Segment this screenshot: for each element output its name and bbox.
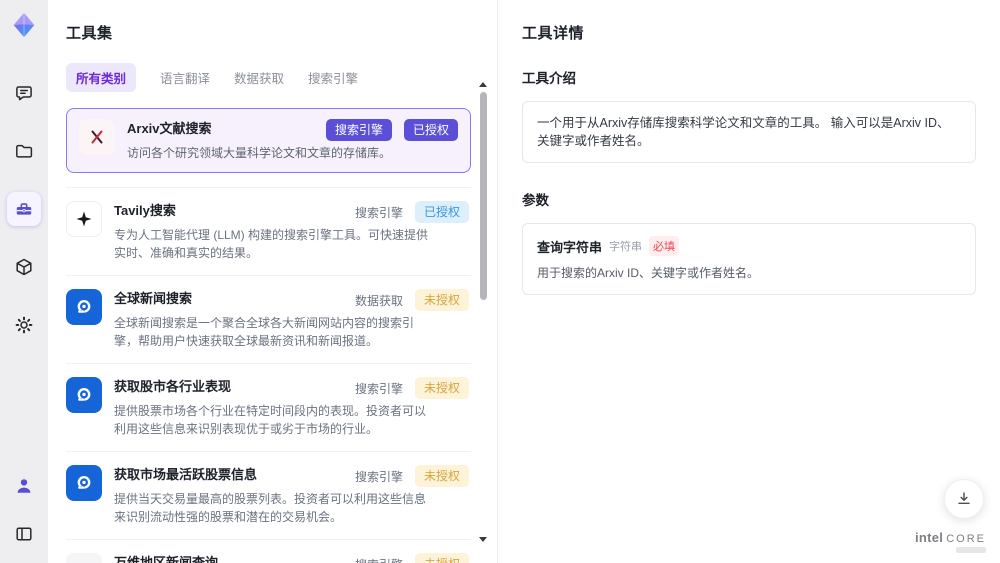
intel-logo-bar: [956, 547, 986, 553]
tool-card[interactable]: 获取市场最活跃股票信息 搜索引擎 未授权 提供当天交易量最高的股票列表。投资者可…: [66, 452, 471, 540]
category-label: 数据获取: [354, 293, 403, 308]
param-required-badge: 必填: [649, 236, 680, 256]
tab-data-acquisition[interactable]: 数据获取: [234, 63, 284, 92]
auth-status-badge: 未授权: [414, 377, 469, 399]
tool-name: 万维地区新闻查询: [114, 555, 219, 563]
toolbox-icon[interactable]: [7, 192, 41, 226]
param-name: 查询字符串: [537, 239, 603, 255]
tool-card[interactable]: 万维地区新闻查询 搜索引擎 未授权 查询具体行政区划内的新闻，快速了解各地新闻动: [66, 540, 471, 563]
list-scrollbar[interactable]: [479, 82, 487, 542]
tab-all-categories[interactable]: 所有类别: [66, 63, 137, 92]
auth-status-badge: 未授权: [414, 289, 469, 311]
intro-text: 一个用于从Arxiv存储库搜索科学论文和文章的工具。 输入可以是Arxiv ID…: [537, 116, 950, 148]
category-tabs: 所有类别 语言翻译 数据获取 搜索引擎: [66, 63, 471, 92]
scrollbar-thumb[interactable]: [480, 92, 487, 300]
intel-wordmark: intel: [914, 530, 944, 545]
app-logo-icon: [7, 8, 41, 42]
tool-description: 全球新闻搜索是一个聚合全球各大新闻网站内容的搜索引擎，帮助用户快速获取全球最新资…: [114, 316, 415, 348]
category-badge: 搜索引擎: [325, 119, 392, 141]
sidebar: [0, 0, 48, 563]
scroll-down-icon[interactable]: [479, 537, 487, 542]
arxiv-x-icon: [79, 119, 115, 155]
tool-card[interactable]: Tavily搜索 搜索引擎 已授权 专为人工智能代理 (LLM) 构建的搜索引擎…: [66, 188, 471, 276]
core-wordmark: core: [946, 533, 986, 545]
blue-news-app-icon: [66, 465, 102, 501]
intro-heading: 工具介绍: [522, 71, 576, 86]
auth-status-badge: 未授权: [414, 465, 469, 487]
intro-box: 一个用于从Arxiv存储库搜索科学论文和文章的工具。 输入可以是Arxiv ID…: [522, 101, 976, 163]
params-heading: 参数: [522, 193, 549, 208]
cube-icon[interactable]: [7, 250, 41, 284]
auth-status-badge: 已授权: [414, 201, 469, 223]
detail-title: 工具详情: [522, 25, 585, 42]
category-label: 搜索引擎: [354, 381, 403, 396]
tool-card-selected[interactable]: Arxiv文献搜索 搜索引擎 已授权 访问各个研究领域大量科学论文和文章的存储库…: [66, 108, 471, 173]
tool-card[interactable]: 全球新闻搜索 数据获取 未授权 全球新闻搜索是一个聚合全球各大新闻网站内容的搜索…: [66, 276, 471, 364]
sidebar-bottom: [7, 469, 41, 551]
tool-name: 获取股市各行业表现: [114, 379, 232, 394]
tool-description: 提供当天交易量最高的股票列表。投资者可以利用这些信息来识别流动性强的股票和潜在的…: [114, 492, 427, 524]
param-box: 查询字符串 字符串 必填 用于搜索的Arxiv ID、关键字或作者姓名。: [522, 223, 976, 295]
tool-name: Arxiv文献搜索: [127, 121, 212, 136]
sparkle-icon: [66, 201, 102, 237]
tool-description: 提供股票市场各个行业在特定时间段内的表现。投资者可以利用这些信息来识别表现优于或…: [114, 404, 427, 436]
panel-layout-icon[interactable]: [7, 517, 41, 551]
sidebar-nav: [7, 76, 41, 342]
gear-icon[interactable]: [7, 308, 41, 342]
blue-news-app-icon: [66, 289, 102, 325]
app-window: 工具集 所有类别 语言翻译 数据获取 搜索引擎 Arxiv文献搜索 搜索引擎 已…: [0, 0, 1000, 563]
tool-name: 获取市场最活跃股票信息: [114, 467, 258, 482]
download-button[interactable]: [944, 479, 984, 519]
page-title: 工具集: [66, 25, 113, 42]
tool-rows: Tavily搜索 搜索引擎 已授权 专为人工智能代理 (LLM) 构建的搜索引擎…: [66, 187, 471, 563]
param-description: 用于搜索的Arxiv ID、关键字或作者姓名。: [537, 266, 760, 280]
tab-search-engine[interactable]: 搜索引擎: [308, 63, 358, 92]
tab-language-translation[interactable]: 语言翻译: [160, 63, 210, 92]
category-label: 搜索引擎: [354, 469, 403, 484]
tool-list-panel: 工具集 所有类别 语言翻译 数据获取 搜索引擎 Arxiv文献搜索 搜索引擎 已…: [48, 0, 497, 563]
param-type: 字符串: [609, 241, 643, 253]
newspaper-icon: [66, 553, 102, 563]
tool-card[interactable]: 获取股市各行业表现 搜索引擎 未授权 提供股票市场各个行业在特定时间段内的表现。…: [66, 364, 471, 452]
tool-name: Tavily搜索: [114, 203, 176, 218]
user-icon[interactable]: [7, 469, 41, 503]
tool-detail-panel: 工具详情 工具介绍 一个用于从Arxiv存储库搜索科学论文和文章的工具。 输入可…: [497, 0, 1000, 563]
tool-description: 专为人工智能代理 (LLM) 构建的搜索引擎工具。可快速提供实时、准确和真实的结…: [114, 228, 429, 260]
blue-news-app-icon: [66, 377, 102, 413]
chat-icon[interactable]: [7, 76, 41, 110]
folder-icon[interactable]: [7, 134, 41, 168]
tool-name: 全球新闻搜索: [114, 291, 193, 306]
auth-status-badge: 未授权: [414, 553, 469, 563]
tool-description: 访问各个研究领域大量科学论文和文章的存储库。: [127, 146, 392, 160]
category-label: 搜索引擎: [354, 205, 403, 220]
category-label: 搜索引擎: [355, 556, 403, 563]
scroll-up-icon[interactable]: [479, 82, 487, 87]
intel-core-logo: intel core: [915, 530, 986, 553]
auth-status-badge: 已授权: [403, 119, 458, 141]
